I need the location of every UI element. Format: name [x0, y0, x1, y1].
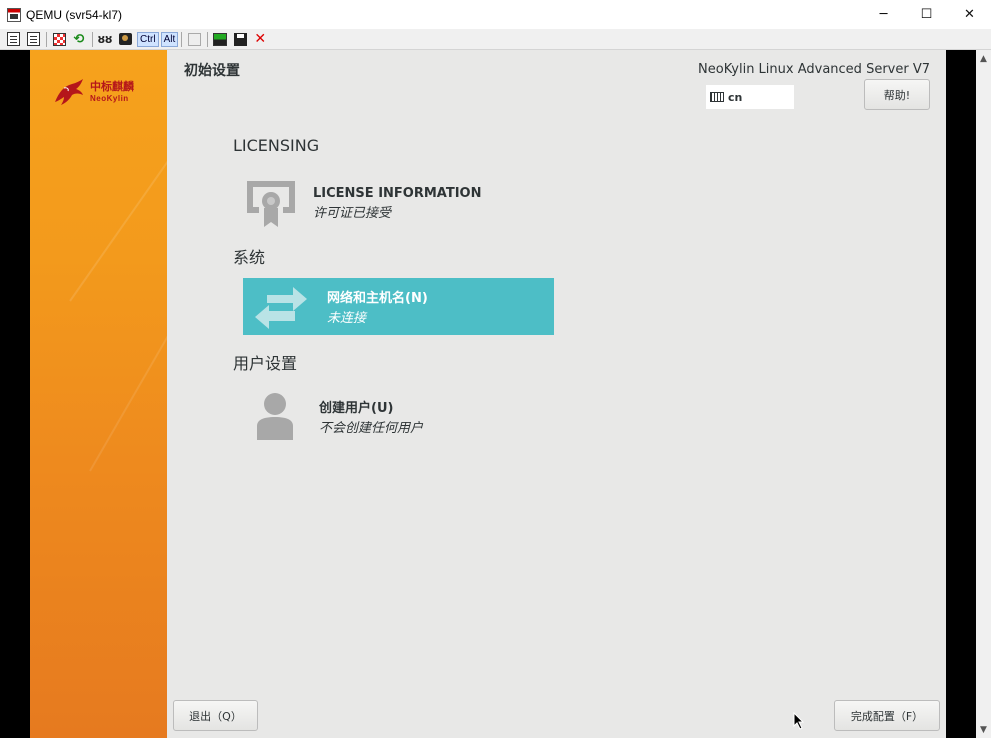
mouse-pointer-icon: [793, 711, 805, 734]
user-icon: [255, 388, 295, 444]
qemu-app-icon: [7, 7, 21, 22]
logo-chinese-text: 中标麒麟: [90, 80, 134, 93]
product-title: NeoKylin Linux Advanced Server V7: [698, 62, 930, 77]
initial-setup-hub: 初始设置 NeoKylin Linux Advanced Server V7 c…: [167, 50, 946, 738]
save-icon[interactable]: [232, 31, 248, 47]
sidebar-decoration: [69, 136, 167, 302]
spoke-name: LICENSE INFORMATION: [313, 185, 482, 201]
window-controls: ─ ☐ ✕: [862, 0, 991, 29]
page-title: 初始设置: [184, 63, 240, 79]
guest-border-right: [946, 50, 976, 738]
minimize-button[interactable]: ─: [862, 0, 905, 29]
keyboard-layout-label: cn: [728, 90, 743, 104]
quit-button[interactable]: 退出（Q）: [173, 700, 258, 731]
network-arrows-icon: [253, 279, 309, 335]
ctrl-key-button[interactable]: Ctrl: [137, 31, 159, 47]
maximize-button[interactable]: ☐: [905, 0, 948, 29]
alt-key-button[interactable]: Alt: [160, 31, 179, 47]
scroll-up-icon[interactable]: ▲: [976, 50, 991, 67]
spoke-name: 网络和主机名(N): [327, 291, 428, 306]
installer-sidebar: 中标麒麟 NeoKylin: [30, 50, 167, 738]
toolbar-divider: [46, 31, 47, 47]
guest-border-left: [0, 50, 30, 738]
qilin-logo-icon: [52, 78, 86, 108]
neokylin-logo: 中标麒麟 NeoKylin: [52, 78, 134, 108]
screenshot-icon[interactable]: [117, 31, 133, 47]
scroll-down-icon[interactable]: ▼: [976, 721, 991, 738]
spoke-create-user[interactable]: 创建用户(U) 不会创建任何用户: [255, 386, 555, 446]
vertical-scrollbar[interactable]: ▲ ▼: [976, 50, 991, 738]
machine-properties-icon[interactable]: [5, 31, 21, 47]
help-button[interactable]: 帮助!: [864, 79, 930, 110]
keyboard-layout-indicator[interactable]: cn: [706, 85, 794, 109]
window-titlebar: QEMU (svr54-kl7) ─ ☐ ✕: [0, 0, 991, 29]
toolbar-divider: [207, 31, 209, 47]
toolbar-divider: [181, 31, 183, 47]
license-icon: [243, 175, 299, 231]
qemu-toolbar: ⟲ ȣȣ Ctrl Alt ✕: [0, 29, 991, 50]
disconnect-icon[interactable]: ✕: [252, 31, 268, 47]
toolbar-divider: [92, 31, 93, 47]
sidebar-decoration: [89, 279, 167, 472]
close-button[interactable]: ✕: [948, 0, 991, 29]
network-icon[interactable]: [212, 31, 228, 47]
refresh-icon[interactable]: ⟲: [71, 31, 87, 47]
copy-icon[interactable]: [186, 31, 202, 47]
section-title-user-settings: 用户设置: [233, 354, 298, 373]
spoke-network-hostname[interactable]: 网络和主机名(N) 未连接: [243, 278, 554, 335]
spoke-status: 未连接: [327, 311, 367, 326]
spoke-status: 许可证已接受: [313, 205, 392, 221]
keyboard-icon: [710, 92, 724, 102]
section-title-system: 系统: [233, 248, 266, 267]
section-title-licensing: LICENSING: [233, 136, 320, 155]
view-only-icon[interactable]: ȣȣ: [97, 31, 113, 47]
spoke-status: 不会创建任何用户: [319, 420, 424, 436]
spoke-license-information[interactable]: LICENSE INFORMATION 许可证已接受: [243, 174, 553, 232]
logo-english-text: NeoKylin: [90, 94, 129, 103]
fullscreen-icon[interactable]: [51, 31, 67, 47]
window-title: QEMU (svr54-kl7): [26, 7, 123, 22]
info-icon[interactable]: [25, 31, 41, 47]
finish-configuration-button[interactable]: 完成配置（F）: [834, 700, 940, 731]
spoke-name: 创建用户(U): [319, 400, 394, 416]
